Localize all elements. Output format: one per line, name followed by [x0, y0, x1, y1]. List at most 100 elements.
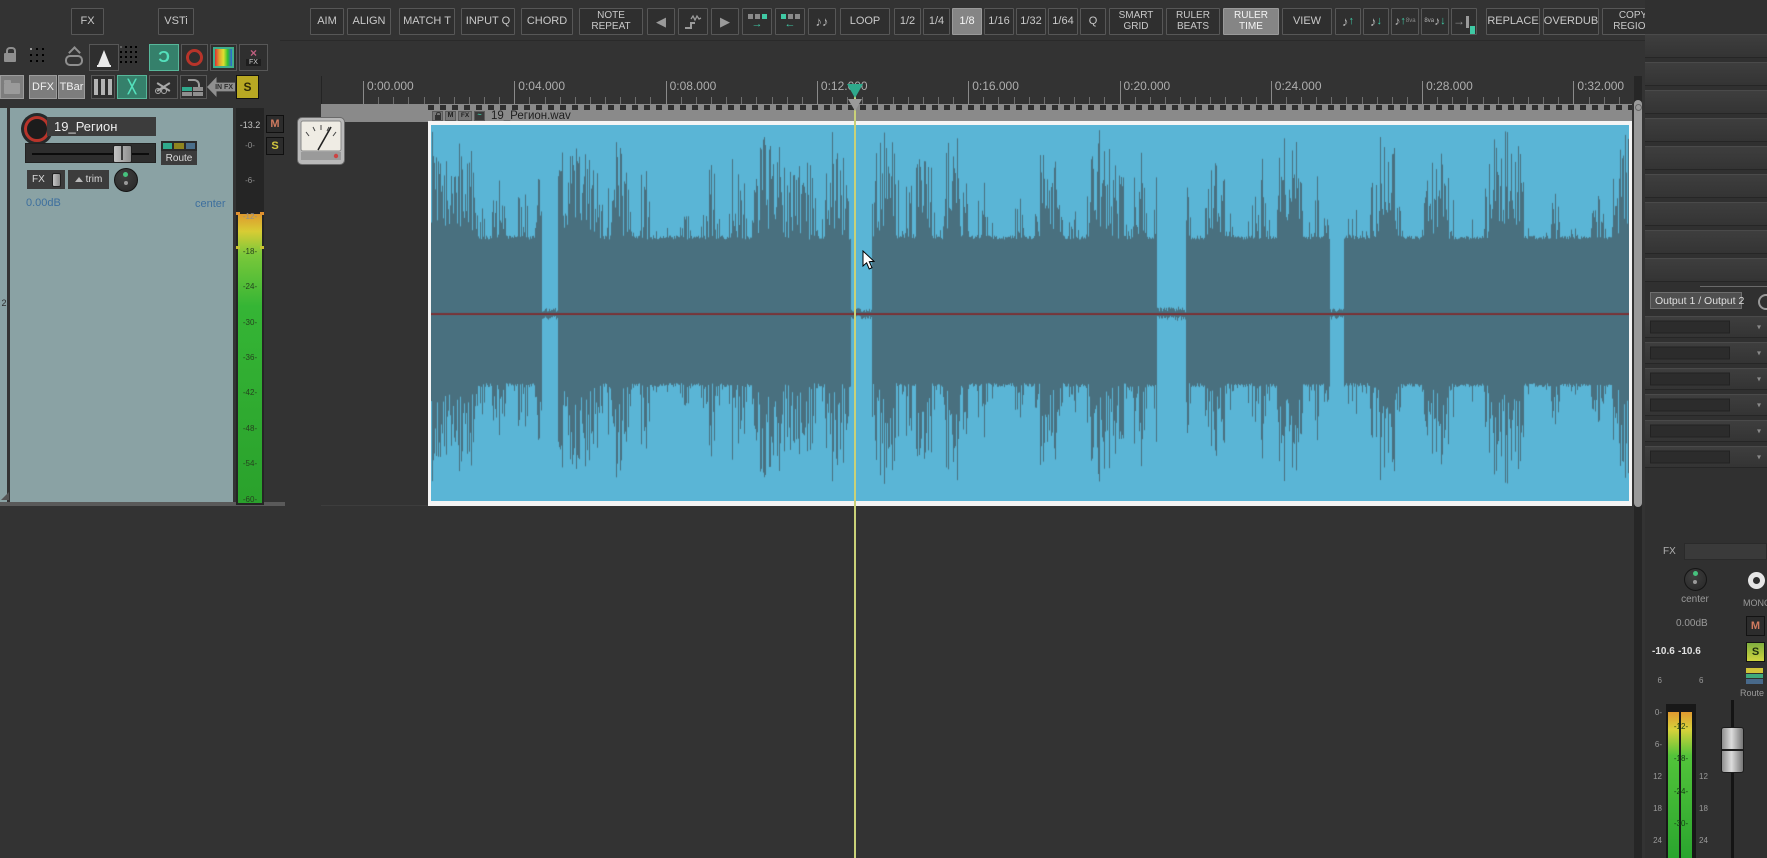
volume-slider-handle[interactable] — [113, 145, 132, 163]
volume-slider[interactable] — [25, 143, 156, 163]
timeline-ruler[interactable]: 0:00.0000:04.0000:08.0000:12.0000:16.000… — [321, 76, 1633, 104]
toolbar-button-loop[interactable]: LOOP — [840, 8, 890, 35]
trim-button[interactable]: trim — [68, 170, 109, 189]
toolbar-button-smart-grid[interactable]: SMART GRID — [1109, 8, 1163, 35]
solo-button[interactable]: S — [266, 137, 284, 155]
toolbar-nudge-right-icon[interactable]: → — [742, 8, 772, 35]
metronome-icon[interactable] — [89, 44, 119, 71]
track-fx-button[interactable]: FX — [27, 170, 65, 189]
link-icon[interactable] — [65, 55, 83, 66]
ruler-minor-tick — [1059, 97, 1060, 104]
send-slot-row[interactable]: ▾ — [1645, 316, 1767, 338]
toolbar-prev-arrow-icon[interactable]: ◀ — [647, 8, 675, 35]
hardware-output-row[interactable] — [1645, 62, 1767, 86]
routing-icon[interactable] — [180, 75, 207, 99]
output-routing-field[interactable]: Output 1 / Output 2 — [1650, 292, 1742, 309]
master-fader-track[interactable] — [1731, 700, 1734, 858]
hardware-output-row[interactable] — [1645, 34, 1767, 58]
route-button[interactable]: Route — [161, 151, 197, 165]
hardware-output-row[interactable] — [1645, 146, 1767, 170]
input-fx-icon[interactable]: IN FX — [207, 77, 235, 97]
folder-icon[interactable] — [0, 75, 24, 99]
fx-bypass-icon[interactable]: × FX — [239, 44, 268, 71]
toolbar-note-down-icon[interactable]: ♪↓ — [1363, 8, 1389, 35]
magnet-icon[interactable]: Ɔ — [149, 44, 179, 71]
master-mute-button[interactable]: M — [1746, 616, 1765, 636]
toolbar-button-1-64[interactable]: 1/64 — [1048, 8, 1078, 35]
send-slot-row[interactable]: ▾ — [1645, 446, 1767, 468]
ruler-minor-tick — [1452, 97, 1453, 104]
toolbar-note-up-icon[interactable]: ♪↑ — [1335, 8, 1361, 35]
toolbar-button-view[interactable]: VIEW — [1282, 8, 1332, 35]
mono-icon[interactable] — [1748, 572, 1765, 589]
toolbar-button-chord[interactable]: CHORD — [521, 8, 573, 35]
toolbar-button-1-32[interactable]: 1/32 — [1016, 8, 1046, 35]
toolbar-note-up-octave-icon[interactable]: ♪↑8va — [1391, 8, 1419, 35]
hardware-output-row[interactable] — [1645, 174, 1767, 198]
meter-scale-left: 0- — [1646, 708, 1662, 717]
toolbar-note-down-octave-icon[interactable]: 8va♪↓ — [1421, 8, 1449, 35]
master-fader-handle[interactable] — [1721, 727, 1744, 773]
item-lock-icon[interactable] — [432, 111, 443, 121]
toolbar-swing-notes-icon[interactable]: ♪♪ — [808, 8, 836, 35]
item-header[interactable]: M FX ~ 19_Регион.wav — [432, 110, 571, 121]
mixer-strips-icon[interactable] — [91, 75, 115, 99]
toolbar-button-align[interactable]: ALIGN — [347, 8, 391, 35]
toolbar-button-1-16[interactable]: 1/16 — [984, 8, 1014, 35]
dfx-button[interactable]: DFX — [29, 75, 57, 99]
toolbar-nudge-left-icon[interactable]: ← — [775, 8, 805, 35]
ruler-minor-tick — [1301, 97, 1302, 104]
toolbar-button-ruler-beats[interactable]: RULER BEATS — [1166, 8, 1220, 35]
tbar-button[interactable]: TBar — [58, 75, 85, 99]
crossfade-icon[interactable]: ╳ — [117, 75, 147, 99]
arrange-scrollbar-thumb[interactable] — [1634, 100, 1642, 507]
track-name-field[interactable]: 19_Регион — [47, 117, 156, 136]
media-item[interactable] — [428, 121, 1632, 506]
vsti-button[interactable]: VSTi — [158, 8, 194, 35]
send-slot-row[interactable]: ▾ — [1645, 368, 1767, 390]
hardware-output-row[interactable] — [1645, 258, 1767, 282]
pan-knob[interactable] — [114, 168, 138, 192]
toolbar-record-wave-icon[interactable] — [678, 8, 708, 35]
edit-cursor-marker-icon[interactable] — [847, 84, 863, 98]
toolbar-button-input-q[interactable]: INPUT Q — [461, 8, 515, 35]
master-pan-knob[interactable] — [1684, 568, 1707, 591]
toolbar-button-note-repeat[interactable]: NOTE REPEAT — [579, 8, 643, 35]
send-slot-row[interactable]: ▾ — [1645, 420, 1767, 442]
hardware-output-row[interactable] — [1645, 118, 1767, 142]
mute-button[interactable]: M — [266, 115, 284, 133]
toolbar-button-ruler-time[interactable]: RULER TIME — [1223, 8, 1279, 35]
tcp-resize-grip[interactable] — [1, 492, 9, 500]
toolbar-button-1-8[interactable]: 1/8 — [952, 8, 982, 35]
toolbar-button-aim[interactable]: AIM — [310, 8, 344, 35]
item-fx-icon[interactable]: FX — [458, 111, 472, 121]
toolbar-button-1-4[interactable]: 1/4 — [923, 8, 950, 35]
toolbar-button-overdub[interactable]: OVERDUB — [1543, 8, 1599, 35]
send-slot-row[interactable]: ▾ — [1645, 394, 1767, 416]
item-envelope-icon[interactable]: ~ — [474, 111, 485, 121]
master-fx-slot[interactable] — [1684, 543, 1767, 560]
scissors-icon[interactable] — [149, 75, 178, 99]
lock-icon[interactable] — [4, 47, 16, 62]
solo-tool-button[interactable]: S — [236, 75, 259, 99]
master-fx-label[interactable]: FX — [1663, 546, 1676, 557]
arrange-scrollbar[interactable] — [1634, 76, 1642, 858]
toolbar-next-arrow-icon[interactable]: ▶ — [711, 8, 739, 35]
master-route-button[interactable]: Route — [1740, 688, 1764, 698]
send-slot-row[interactable]: ▾ — [1645, 342, 1767, 364]
record-item-icon[interactable] — [181, 44, 208, 71]
toolbar-button-match-t[interactable]: MATCH T — [399, 8, 455, 35]
theme-colors-icon[interactable] — [210, 44, 237, 71]
master-solo-button[interactable]: S — [1746, 642, 1765, 662]
toolbar-button-replace[interactable]: REPLACE — [1486, 8, 1540, 35]
toolbar-insert-marker-icon[interactable]: → — [1451, 8, 1477, 35]
toolbar-button-1-2[interactable]: 1/2 — [894, 8, 921, 35]
item-mute-icon[interactable]: M — [445, 111, 456, 121]
hardware-output-row[interactable] — [1645, 90, 1767, 114]
toolbar-button-q[interactable]: Q — [1080, 8, 1106, 35]
send-knob[interactable] — [1758, 294, 1767, 310]
hardware-output-row[interactable] — [1645, 202, 1767, 226]
fx-chain-button[interactable]: FX — [71, 8, 104, 35]
hardware-output-row[interactable] — [1645, 230, 1767, 254]
waveform-canvas[interactable] — [431, 125, 1629, 501]
